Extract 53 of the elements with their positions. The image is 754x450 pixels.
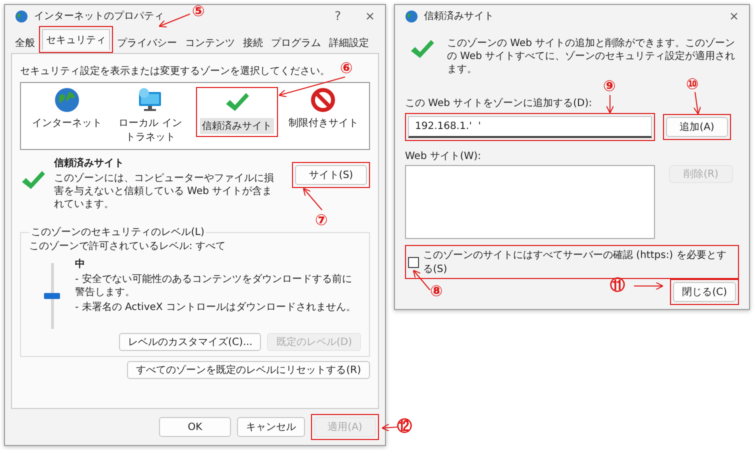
prohibited-icon bbox=[310, 87, 336, 113]
tab[interactable]: プログラム bbox=[267, 32, 325, 53]
annotation-arrow bbox=[382, 424, 398, 432]
websites-label: Web サイト(W): bbox=[405, 150, 482, 163]
dialog-button[interactable]: キャンセル bbox=[237, 417, 305, 437]
level-description: - 安全でない可能性のあるコンテンツをダウンロードする前に警告します。 bbox=[75, 273, 353, 299]
step-number: ⑨ bbox=[603, 79, 616, 94]
slider-thumb[interactable] bbox=[44, 293, 60, 299]
level-description: - 未署名の ActiveX コントロールはダウンロードされません。 bbox=[75, 301, 357, 314]
step-number: ⑥ bbox=[340, 61, 353, 76]
reset-button[interactable]: すべてのゾーンを既定のレベルにリセットする(R) bbox=[127, 361, 370, 379]
help-button[interactable]: ? bbox=[334, 9, 341, 23]
step-number: ⑫ bbox=[397, 419, 412, 434]
zone-item[interactable]: 信頼済みサイト bbox=[200, 118, 274, 134]
dialog-description: このゾーンの Web サイトの追加と削除ができます。このゾーンの Web サイトすべてに、ゾーンのセキュリティ設定が適用されます。 bbox=[447, 37, 736, 76]
tab[interactable]: プライバシー bbox=[113, 32, 181, 53]
websites-list[interactable] bbox=[405, 165, 655, 239]
zone-item[interactable]: ローカル イントラネット bbox=[112, 115, 188, 145]
group-title: このゾーンのセキュリティのレベル(L) bbox=[30, 226, 206, 239]
step-number: ⑤ bbox=[192, 4, 205, 19]
globe-icon bbox=[405, 10, 418, 22]
https-checkbox[interactable]: このゾーンのサイトにはすべてサーバーの確認 (https:) を必要とする(S) bbox=[408, 248, 736, 276]
level-name: 中 bbox=[75, 258, 86, 271]
level-slider[interactable] bbox=[43, 263, 61, 329]
sites-button[interactable]: サイト(S) bbox=[295, 165, 367, 185]
zone-title: 信頼済みサイト bbox=[54, 156, 125, 170]
step-number: ⑩ bbox=[686, 77, 699, 92]
custom-level-button[interactable]: レベルのカスタマイズ(C)... bbox=[119, 333, 262, 351]
tab[interactable]: 詳細設定 bbox=[325, 32, 373, 53]
zone-description: このゾーンには、コンピューターやファイルに損害を与えないと信頼している Web サイトが含まれています。 bbox=[54, 172, 275, 211]
zone-item[interactable]: インターネット bbox=[30, 115, 104, 131]
tab[interactable]: 接続 bbox=[239, 32, 267, 53]
tab[interactable]: セキュリティ bbox=[42, 29, 110, 50]
window-title: インターネットのプロパティ bbox=[34, 10, 164, 23]
close-dialog-button[interactable]: 閉じる(C) bbox=[673, 282, 736, 302]
globe-icon bbox=[15, 10, 28, 22]
add-site-label: この Web サイトをゾーンに追加する(D): bbox=[405, 96, 592, 110]
website-input[interactable]: 192.168.1.' ' bbox=[408, 116, 652, 138]
step-number: ⑦ bbox=[315, 213, 328, 228]
globe-icon bbox=[54, 87, 80, 113]
window-title: 信頼済みサイト bbox=[424, 10, 494, 23]
allowed-levels-text: このゾーンで許可されているレベル: すべて bbox=[29, 240, 226, 253]
close-button[interactable]: × bbox=[728, 9, 739, 23]
add-button[interactable]: 追加(A) bbox=[666, 117, 728, 137]
computer-icon bbox=[137, 87, 164, 113]
tab[interactable]: 全般 bbox=[11, 32, 39, 53]
step-number: ⑧ bbox=[430, 284, 443, 299]
annotation-arrow bbox=[634, 282, 664, 290]
dialog-button[interactable]: OK bbox=[159, 417, 231, 437]
instruction-text: セキュリティ設定を表示または変更するゾーンを選択してください。 bbox=[20, 64, 330, 78]
zone-item[interactable]: 制限付きサイト bbox=[286, 115, 360, 131]
close-button[interactable]: × bbox=[364, 9, 375, 23]
tab[interactable]: コンテンツ bbox=[181, 32, 239, 53]
